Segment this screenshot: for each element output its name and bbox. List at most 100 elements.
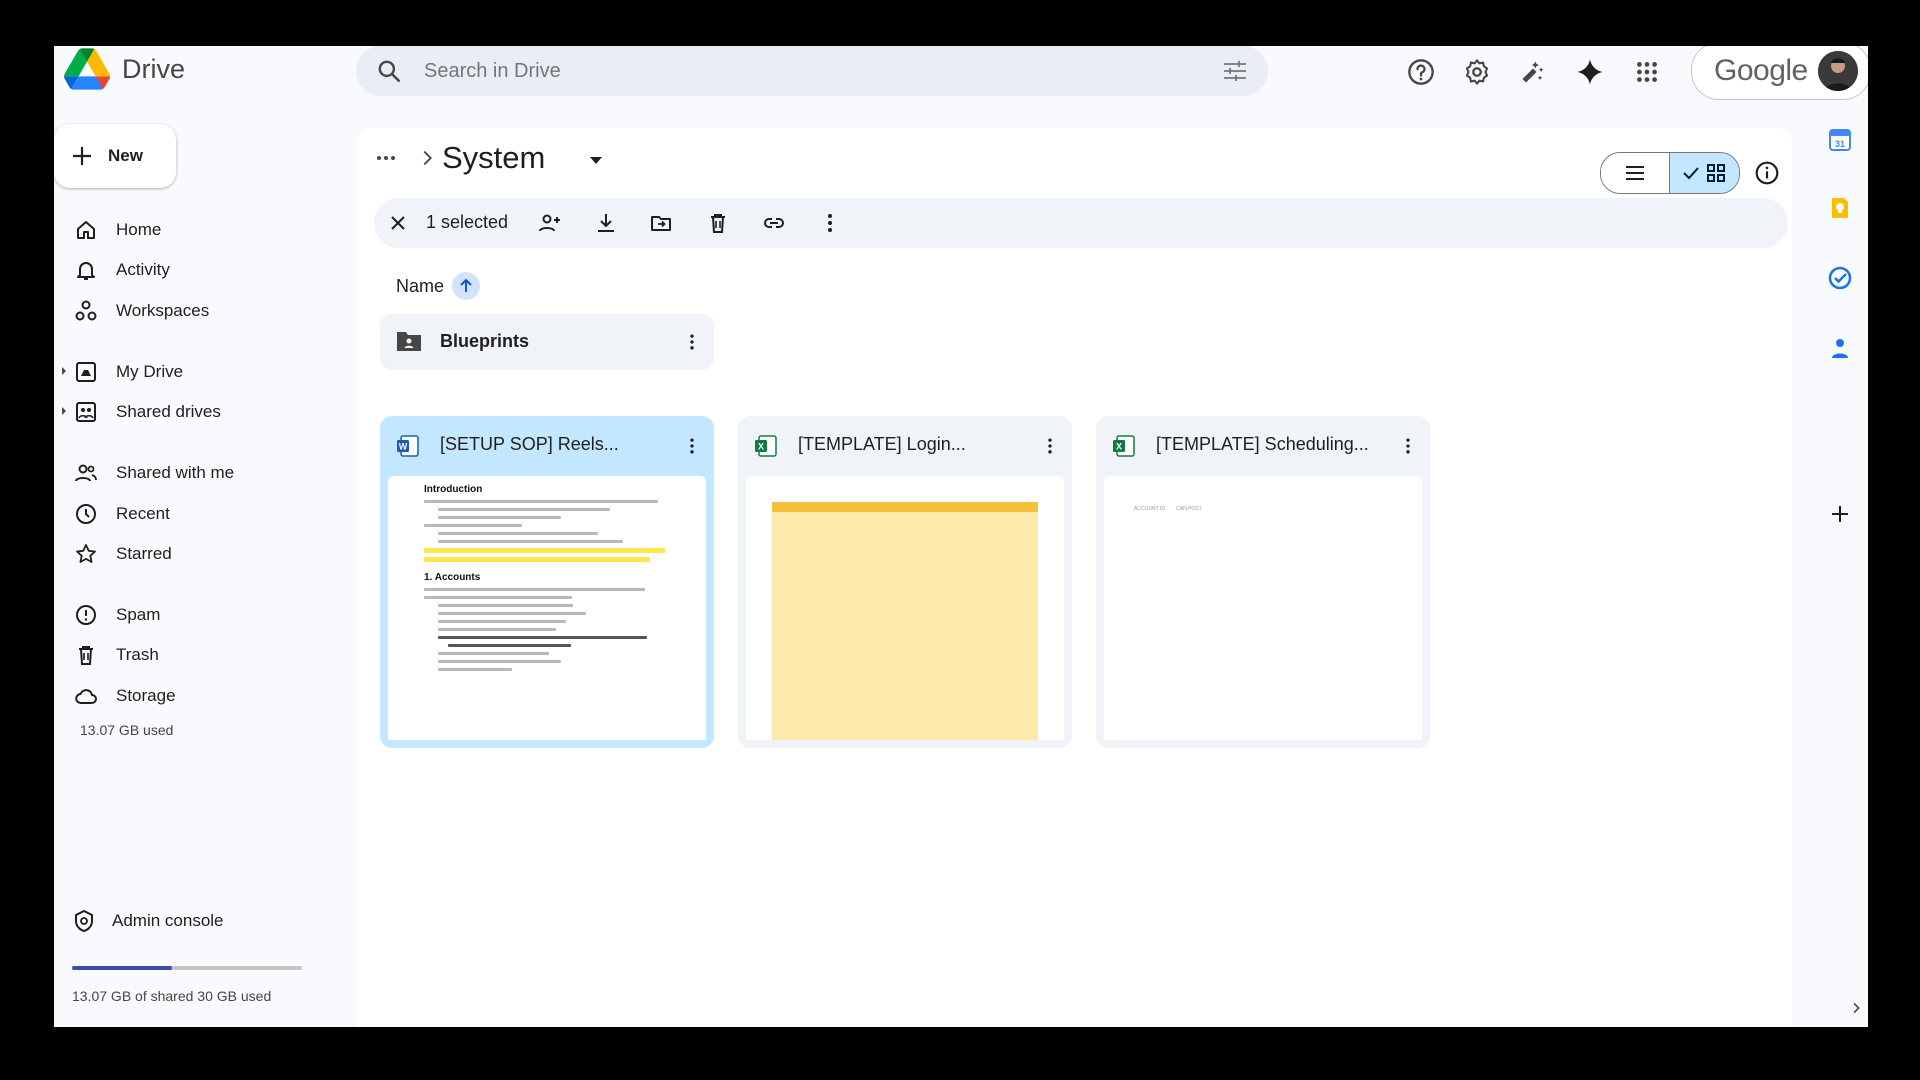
sidebar-item-recent[interactable]: Recent [54, 496, 294, 532]
admin-console-link[interactable]: Admin console [72, 904, 224, 938]
home-icon [77, 221, 95, 239]
breadcrumb [374, 146, 438, 170]
workspaces-icon [75, 300, 97, 321]
view-toggle [1600, 152, 1740, 194]
file-name: [SETUP SOP] Reels... [440, 434, 619, 454]
chevron-right-icon [423, 150, 432, 166]
move-to-folder-icon[interactable] [649, 211, 673, 235]
sidebar-item-label: Shared with me [116, 463, 235, 482]
more-vertical-icon[interactable] [1038, 434, 1062, 458]
doc-preview-heading: 1. Accounts [424, 572, 481, 583]
info-icon[interactable] [1754, 160, 1780, 186]
share-person-add-icon[interactable] [538, 211, 562, 235]
sidebar-item-label: Trash [116, 645, 159, 664]
selection-toolbar: 1 selected [374, 198, 1788, 248]
admin-shield-icon [75, 909, 93, 933]
more-vertical-icon[interactable] [680, 330, 704, 354]
google-account-button[interactable]: Google [1691, 46, 1868, 100]
new-button[interactable]: New [54, 124, 176, 188]
sidebar-item-workspaces[interactable]: Workspaces [54, 293, 294, 329]
new-button-label: New [108, 146, 143, 165]
gemini-sparkle-icon[interactable] [1572, 54, 1608, 90]
sort-ascending-icon[interactable] [452, 272, 481, 300]
file-card[interactable]: W [SETUP SOP] Reels... Introduction 1. A… [380, 416, 714, 748]
storage-used-text: 13.07 GB used [80, 722, 174, 738]
sidebar-item-shared-with-me[interactable]: Shared with me [54, 455, 294, 491]
svg-text:X: X [1116, 442, 1122, 452]
list-view-button[interactable] [1601, 153, 1669, 193]
sort-by-name[interactable]: Name [396, 272, 481, 300]
contacts-icon[interactable] [1828, 336, 1852, 360]
sidebar-item-spam[interactable]: Spam [54, 597, 294, 633]
help-icon[interactable] [1403, 54, 1439, 90]
shared-drives-icon [76, 402, 96, 422]
copy-link-icon[interactable] [762, 211, 786, 235]
page-title[interactable]: System [442, 140, 545, 176]
storage-quota-bar [72, 966, 302, 970]
app-name: Drive [122, 53, 186, 84]
drive-logo[interactable]: Drive [64, 48, 185, 90]
excel-sheet-icon: X [1113, 435, 1135, 457]
search-icon[interactable] [376, 58, 402, 84]
star-icon [76, 544, 96, 563]
storage-quota-text: 13.07 GB of shared 30 GB used [72, 988, 272, 1004]
file-name: [TEMPLATE] Login... [798, 434, 966, 454]
side-panel: 31 [1810, 108, 1868, 1027]
sidebar-item-my-drive[interactable]: My Drive [54, 354, 294, 390]
my-drive-icon [76, 362, 96, 382]
settings-gear-icon[interactable] [1459, 54, 1495, 90]
word-doc-icon: W [397, 435, 419, 457]
chevron-right-icon[interactable] [1848, 1000, 1864, 1016]
sidebar-item-label: Shared drives [116, 402, 221, 421]
file-card[interactable]: X [TEMPLATE] Scheduling... ACCOUNT ID CA… [1096, 416, 1430, 748]
search-input[interactable] [422, 58, 1186, 84]
more-horizontal-icon[interactable] [374, 146, 398, 170]
sidebar-item-label: Starred [116, 544, 172, 563]
add-addon-icon[interactable] [1828, 502, 1852, 526]
more-vertical-icon[interactable] [680, 434, 704, 458]
list-icon [1625, 166, 1644, 180]
svg-text:31: 31 [1835, 139, 1845, 149]
more-vertical-icon[interactable] [818, 211, 842, 235]
sidebar-item-shared-drives[interactable]: Shared drives [54, 394, 294, 430]
download-icon[interactable] [594, 211, 618, 235]
folder-name: Blueprints [440, 331, 530, 351]
close-icon[interactable] [386, 211, 410, 235]
sidebar-item-trash[interactable]: Trash [54, 637, 294, 673]
selection-count: 1 selected [426, 212, 509, 232]
calendar-icon[interactable]: 31 [1828, 128, 1852, 152]
chevron-down-icon[interactable] [588, 154, 604, 166]
spam-icon [76, 605, 96, 625]
more-vertical-icon[interactable] [1396, 434, 1420, 458]
search-options-icon[interactable] [1222, 59, 1248, 83]
file-thumbnail: ACCOUNT ID CAN POST [1104, 476, 1422, 740]
delete-icon[interactable] [706, 211, 730, 235]
avatar[interactable] [1818, 51, 1858, 91]
magic-wand-icon[interactable] [1515, 54, 1551, 90]
sidebar-item-label: Workspaces [116, 301, 210, 320]
apps-grid-icon[interactable] [1629, 54, 1665, 90]
admin-console-label: Admin console [112, 911, 224, 930]
cloud-icon [75, 689, 97, 704]
tasks-icon[interactable] [1828, 266, 1852, 290]
svg-text:W: W [399, 442, 408, 452]
bell-icon [77, 262, 95, 280]
drive-logo-icon [64, 48, 110, 90]
search-bar[interactable] [356, 46, 1268, 96]
sidebar-item-label: My Drive [116, 362, 184, 381]
sidebar-item-storage[interactable]: Storage [54, 678, 294, 714]
sidebar-item-activity[interactable]: Activity [54, 252, 294, 288]
sidebar-item-home[interactable]: Home [54, 212, 294, 248]
check-icon [1683, 167, 1699, 180]
keep-icon[interactable] [1828, 196, 1852, 220]
sheet-col-header: CAN POST [1176, 506, 1202, 512]
sidebar-item-starred[interactable]: Starred [54, 536, 294, 572]
expand-caret-icon[interactable] [62, 407, 66, 415]
sidebar-item-label: Activity [116, 260, 170, 279]
expand-caret-icon[interactable] [62, 367, 66, 375]
folder-item[interactable]: Blueprints [380, 314, 714, 370]
doc-preview-heading: Introduction [424, 484, 483, 495]
main-content: System 1 selected Name Blueprints W [SET… [356, 128, 1792, 1027]
grid-view-button[interactable] [1668, 153, 1739, 193]
file-card[interactable]: X [TEMPLATE] Login... [738, 416, 1072, 748]
